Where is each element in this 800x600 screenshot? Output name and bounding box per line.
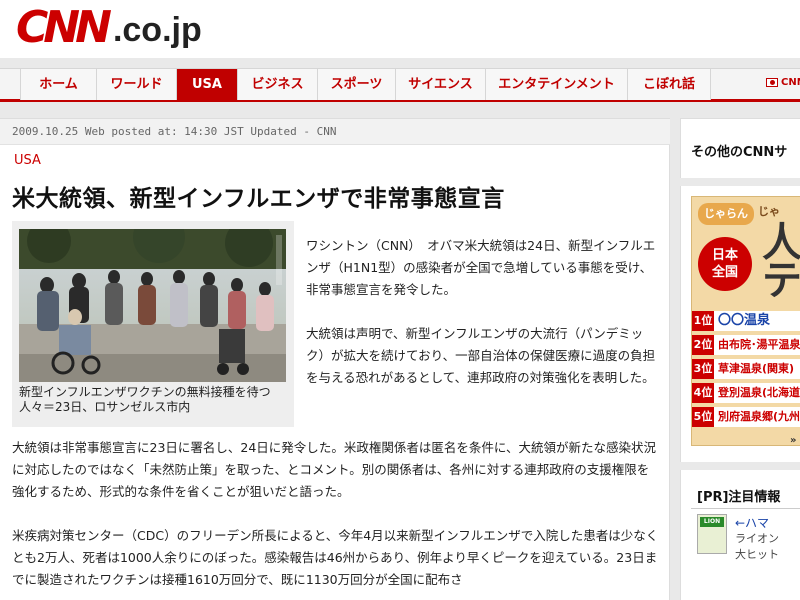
nav-science[interactable]: サイエンス [396,69,486,100]
ad-big-text-2: テ [762,258,800,304]
rank-name: 草津温泉(関東) [718,362,795,375]
rank-number: 1位 [692,311,714,331]
nav-offbeat[interactable]: こぼれ話 [628,69,711,100]
article-paragraph-2: 大統領は声明で、新型インフルエンザの大流行（パンデミック）が拡大を続けており、一… [306,326,656,385]
article-headline: 米大統領、新型インフルエンザで非常事態宣言 [12,186,505,212]
nav-business[interactable]: ビジネス [238,69,318,100]
rank-row[interactable]: 1位 〇〇温泉 [692,311,800,331]
section-label[interactable]: USA [14,153,41,168]
nav-entertainment[interactable]: エンタテインメント [486,69,628,100]
pr-link[interactable]: ←ハマ [735,514,769,531]
pr-divider [691,508,800,509]
pr-text-1[interactable]: ライオン [735,530,779,546]
ad-top-text: じゃ [758,205,780,218]
main-nav: ホーム ワールド USA ビジネス スポーツ サイエンス エンタテインメント こ… [0,68,800,102]
logo-cnn-text: CNN [16,2,112,53]
ad-big-text-1: 人 [762,220,800,266]
rank-name: 由布院･湯平温泉 [718,338,800,351]
article-timestamp: 2009.10.25 Web posted at: 14:30 JST Upda… [12,125,337,138]
site-header: CNN .co.jp [0,0,800,58]
cnn-logo[interactable]: CNN .co.jp [16,6,202,50]
sidebar-ad: じゃらん じゃ 日本 全国 人 テ 1位 〇〇温泉 2位 由布院･湯平温泉 3位 草津… [680,186,800,462]
photo-caption: 新型インフルエンザワクチンの無料接種を待つ人々＝23日、ロサンゼルス市内 [19,385,271,414]
sidebar-other-sites: その他のCNNサ [680,118,800,178]
rank-row[interactable]: 3位 草津温泉(関東) [692,359,800,379]
logo-domain-text: .co.jp [112,11,202,49]
nav-home[interactable]: ホーム [20,69,97,100]
article-paragraph-4: 米疾病対策センター（CDC）のフリーデン所長によると、今年4月以来新型インフルエ… [12,528,659,587]
pr-product-image[interactable]: LION [697,514,727,554]
nav-usa[interactable]: USA [177,69,238,100]
rank-name: 別府温泉郷(九州 [718,410,800,423]
article-photo [19,229,286,382]
rank-row[interactable]: 2位 由布院･湯平温泉 [692,335,800,355]
rank-name: 〇〇温泉 [718,313,771,328]
photo-box: 新型インフルエンザワクチンの無料接種を待つ人々＝23日、ロサンゼルス市内 [12,221,294,427]
article-paragraph-3: 大統領は非常事態宣言に23日に署名し、24日に発令した。米政権関係者は匿名を条件… [12,440,656,499]
japan-flag-icon [766,78,778,87]
rank-number: 5位 [692,407,714,427]
crowd-photo-image [19,229,286,382]
rank-name: 登別温泉(北海道 [718,386,800,399]
nav-world[interactable]: ワールド [97,69,177,100]
lang-link-label: CNN [781,77,800,88]
rank-number: 3位 [692,359,714,379]
meta-bar: 2009.10.25 Web posted at: 14:30 JST Upda… [0,119,670,145]
lang-link[interactable]: CNN [766,77,800,88]
onsen-ranking-ad[interactable]: じゃらん じゃ 日本 全国 人 テ 1位 〇〇温泉 2位 由布院･湯平温泉 3位 草津… [691,196,800,446]
ad-nationwide-badge: 日本 全国 [698,237,752,291]
jalan-logo: じゃらん [698,203,754,225]
other-sites-title[interactable]: その他のCNNサ [691,141,787,160]
rank-number: 4位 [692,383,714,403]
nav-sports[interactable]: スポーツ [318,69,396,100]
lion-logo: LION [700,517,724,527]
pr-text-2[interactable]: 大ヒット [735,546,779,562]
pr-title: [PR]注目情報 [697,490,781,505]
ad-more-arrow[interactable]: » [790,435,796,445]
rank-row[interactable]: 4位 登別温泉(北海道 [692,383,800,403]
rank-row[interactable]: 5位 別府温泉郷(九州 [692,407,800,427]
article-paragraph-1: ワシントン（CNN） オバマ米大統領は24日、新型インフルエンザ（H1N1型）の… [306,238,656,297]
sidebar-pr: [PR]注目情報 LION ←ハマ ライオン 大ヒット [680,470,800,600]
article-panel: 2009.10.25 Web posted at: 14:30 JST Upda… [0,118,670,600]
rank-number: 2位 [692,335,714,355]
